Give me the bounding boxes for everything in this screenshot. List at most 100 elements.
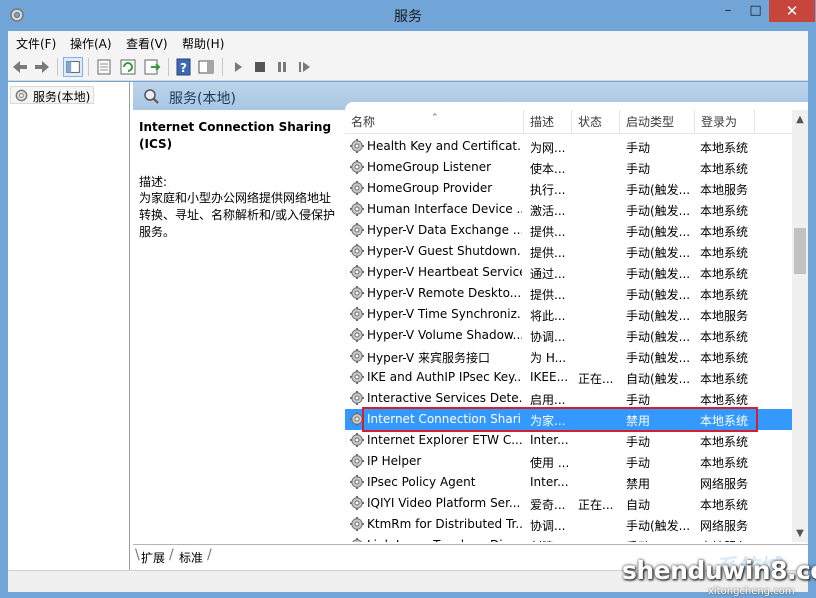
service-row[interactable]: Hyper-V Data Exchange ... 提供... 手动(触发... 本地… [345,220,792,241]
service-name-heading: Internet Connection Sharing (ICS) [139,120,332,151]
tree-item-services-local[interactable]: 服务(本地) [10,86,95,104]
service-description: IKEE... [530,370,569,384]
service-description: 启用... [530,393,566,407]
properties-icon[interactable] [94,57,114,77]
service-row[interactable]: Hyper-V Time Synchroniz... 将此... 手动(触发... 本… [345,304,792,325]
service-row[interactable]: Hyper-V Guest Shutdown... 提供... 手动(触发... 本地… [345,241,792,262]
service-gear-icon [349,264,365,280]
column-name[interactable]: 名称 ⌃ [345,110,524,134]
service-name: HomeGroup Listener [367,160,492,174]
service-row[interactable]: IPsec Policy Agent Inter... 禁用 网络服务 [345,472,792,493]
service-startup-type: 手动(触发... [626,246,691,260]
service-row[interactable]: KtmRm for Distributed Tr... 协调... 手动(触发...… [345,514,792,535]
service-description: 提供... [530,225,566,239]
menu-view[interactable]: 查看(V) [126,35,168,52]
scroll-thumb[interactable] [794,228,806,274]
service-gear-icon [349,138,365,154]
show-console-tree-icon[interactable] [63,57,83,77]
service-startup-type: 手动(触发... [626,225,691,239]
service-logon-as: 本地系统 [700,288,749,302]
menu-action[interactable]: 操作(A) [70,35,112,52]
service-name: Hyper-V Heartbeat Service [367,265,522,279]
scroll-down-icon[interactable]: ▼ [792,528,808,539]
service-gear-icon [349,537,365,542]
service-row[interactable]: Health Key and Certificat... 为网... 手动 本地系统 [345,136,792,157]
start-service-icon[interactable] [228,57,248,77]
service-startup-type: 手动 [626,162,651,176]
service-row[interactable]: Internet Explorer ETW C... Inter... 手动 本地系统 [345,430,792,451]
service-startup-type: 自动 [626,498,651,512]
services-gear-icon [15,89,28,102]
description-pane: Internet Connection Sharing (ICS) 描述: 为家… [133,110,345,542]
service-logon-as: 本地系统 [700,330,749,344]
column-description[interactable]: 描述 [524,110,572,134]
tree-item-label: 服务(本地) [33,90,91,104]
export-list-icon[interactable] [142,57,162,77]
main-content: 服务(本地) 服务(本地) Internet Connection Sharin… [8,82,808,570]
column-startup-type[interactable]: 启动类型 [620,110,695,134]
service-row[interactable]: Hyper-V 来宾服务接口 为 H... 手动(触发... 本地系统 [345,346,792,367]
service-row[interactable]: IQIYI Video Platform Ser... 爱奇... 正在... 自动 本… [345,493,792,514]
service-startup-type: 手动(触发... [626,288,691,302]
service-row[interactable]: Interactive Services Dete... 启用... 手动 本地系统 [345,388,792,409]
service-logon-as: 本地系统 [700,435,749,449]
help-icon[interactable]: ? [174,57,194,77]
service-logon-as: 本地系统 [700,204,749,218]
service-row[interactable]: IP Helper 使用 ... 手动 本地系统 [345,451,792,472]
sort-ascending-icon: ⌃ [431,113,439,123]
tab-extended[interactable]: 扩展 [141,549,165,566]
services-pane: 服务(本地) Internet Connection Sharing (ICS)… [133,82,808,570]
column-status[interactable]: 状态 [572,110,620,134]
column-header-row: 名称 ⌃ 描述 状态 启动类型 登录为 [345,110,792,134]
service-name: Hyper-V 来宾服务接口 [367,351,490,365]
menu-file[interactable]: 文件(F) [16,35,56,52]
service-row[interactable]: Human Interface Device ... 激活... 手动(触发... 本… [345,199,792,220]
service-name: Internet Explorer ETW C... [367,433,522,447]
title-bar[interactable]: 服务 – □ ✕ [0,0,816,31]
column-log-on-as[interactable]: 登录为 [695,110,755,134]
service-name: Link-Layer Topology Disc... [367,538,522,542]
service-logon-as: 本地系统 [700,498,749,512]
minimize-button[interactable]: – [714,0,742,22]
service-name: Hyper-V Time Synchroniz... [367,307,522,321]
service-logon-as: 本地系统 [700,246,749,260]
service-logon-as: 本地系统 [700,141,749,155]
close-button[interactable]: ✕ [769,0,815,22]
stop-service-icon[interactable] [250,57,270,77]
toolbar-separator [222,58,223,76]
service-description: 提供... [530,288,566,302]
service-startup-type: 自动(触发... [626,372,691,386]
menu-help[interactable]: 帮助(H) [182,35,224,52]
scroll-up-icon[interactable]: ▲ [792,114,808,125]
service-row[interactable]: Link-Layer Topology Disc... 创建... 手动本地服务 [345,535,792,542]
service-description: 通过... [530,267,566,281]
watermark-logo: 系统城 shenduwin8.com xitongcheng.com [618,552,816,598]
maximize-button[interactable]: □ [742,0,769,22]
services-list: 名称 ⌃ 描述 状态 启动类型 登录为 Health Key and Certi… [345,110,808,542]
service-row[interactable]: IKE and AuthIP IPsec Key... IKEE... 正在... 自… [345,367,792,388]
show-action-pane-icon[interactable] [196,57,216,77]
service-row[interactable]: Hyper-V Heartbeat Service 通过... 手动(触发... 本地… [345,262,792,283]
forward-arrow-icon[interactable] [32,57,52,77]
pause-service-icon[interactable] [272,57,292,77]
service-startup-type: 手动 [626,393,651,407]
service-row[interactable]: Hyper-V Remote Deskto... 提供... 手动(触发... 本地系… [345,283,792,304]
back-arrow-icon[interactable] [10,57,30,77]
service-description: 为网... [530,141,566,155]
service-row[interactable]: HomeGroup Provider 执行... 手动(触发... 本地服务 [345,178,792,199]
service-logon-as: 网络服务 [700,477,749,491]
service-row[interactable]: HomeGroup Listener 使本... 手动 本地系统 [345,157,792,178]
tab-standard[interactable]: 标准 [179,549,203,566]
restart-service-icon[interactable] [294,57,314,77]
service-row[interactable]: Hyper-V Volume Shadow... 协调... 手动(触发... 本地系… [345,325,792,346]
service-name: Hyper-V Remote Deskto... [367,286,522,300]
service-name: IQIYI Video Platform Ser... [367,496,521,510]
service-description: 提供... [530,246,566,260]
service-name: IPsec Policy Agent [367,475,476,489]
service-name: Hyper-V Volume Shadow... [367,328,522,342]
service-description: 协调... [530,519,566,533]
refresh-icon[interactable] [118,57,138,77]
svg-text:?: ? [180,61,187,75]
vertical-scrollbar[interactable]: ▲ ▼ [792,110,808,542]
service-status: 正在... [578,498,614,512]
